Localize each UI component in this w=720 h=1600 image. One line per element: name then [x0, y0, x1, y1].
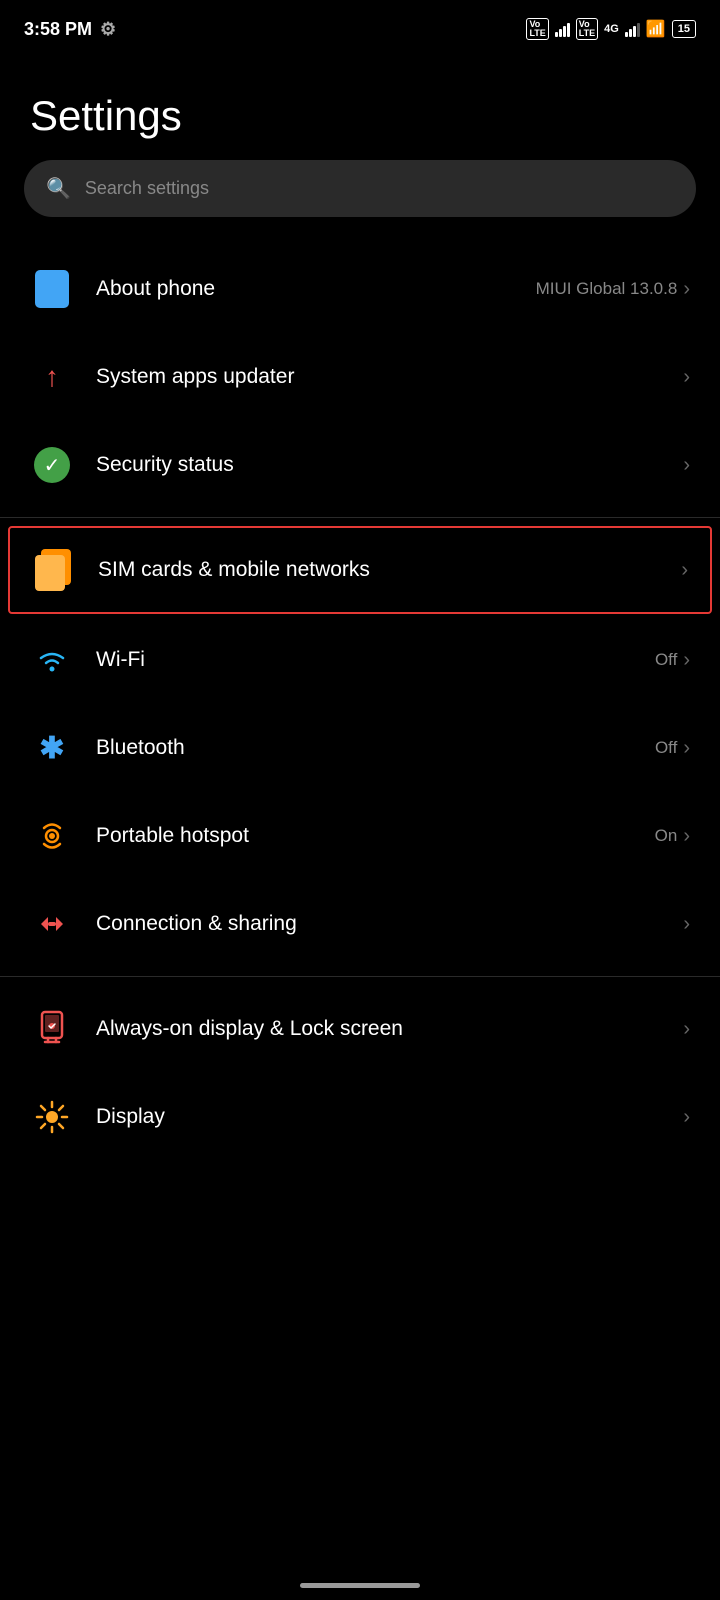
hotspot-chevron: ›: [683, 825, 690, 848]
search-placeholder: Search settings: [85, 178, 209, 199]
wifi-icon: [30, 638, 74, 682]
sim-cards-chevron: ›: [681, 559, 688, 582]
wifi-chevron: ›: [683, 649, 690, 672]
search-bar[interactable]: 🔍 Search settings: [24, 160, 696, 217]
bluetooth-label: Bluetooth: [96, 736, 633, 760]
system-apps-updater-icon: ↑: [30, 355, 74, 399]
settings-item-system-apps-updater[interactable]: ↑ System apps updater ›: [0, 333, 720, 421]
wifi-label: Wi-Fi: [96, 648, 633, 672]
about-phone-icon: [30, 267, 74, 311]
sim-cards-label: SIM cards & mobile networks: [98, 558, 659, 582]
network-4g-icon: 4G: [604, 23, 619, 35]
bluetooth-chevron: ›: [683, 737, 690, 760]
wifi-status: Off: [655, 650, 677, 670]
about-phone-subtitle: MIUI Global 13.0.8: [536, 279, 678, 299]
security-status-label: Security status: [96, 453, 661, 477]
status-time: 3:58 PM ⚙: [24, 19, 116, 40]
connection-sharing-chevron: ›: [683, 913, 690, 936]
always-on-display-icon: [30, 1007, 74, 1051]
bluetooth-status: Off: [655, 738, 677, 758]
settings-item-security-status[interactable]: ✓ Security status ›: [0, 421, 720, 509]
connection-sharing-icon: [30, 902, 74, 946]
settings-item-sim-cards[interactable]: SIM cards & mobile networks ›: [8, 526, 712, 614]
bluetooth-icon: ✱: [30, 726, 74, 770]
volte-badge-2: VoLTE: [576, 18, 598, 40]
connection-sharing-label: Connection & sharing: [96, 912, 661, 936]
settings-item-about-phone[interactable]: About phone MIUI Global 13.0.8 ›: [0, 245, 720, 333]
display-chevron: ›: [683, 1106, 690, 1129]
hotspot-status: On: [655, 826, 678, 846]
settings-item-always-on-display[interactable]: Always-on display & Lock screen ›: [0, 985, 720, 1073]
hotspot-icon: [30, 814, 74, 858]
display-icon: [30, 1095, 74, 1139]
search-icon: 🔍: [46, 176, 71, 201]
time-display: 3:58 PM: [24, 19, 92, 40]
about-phone-chevron: ›: [683, 278, 690, 301]
system-apps-updater-chevron: ›: [683, 366, 690, 389]
always-on-display-chevron: ›: [683, 1018, 690, 1041]
always-on-display-label: Always-on display & Lock screen: [96, 1017, 661, 1041]
page-title: Settings: [0, 52, 720, 160]
system-apps-updater-label: System apps updater: [96, 365, 661, 389]
display-label: Display: [96, 1105, 661, 1129]
settings-item-wifi[interactable]: Wi-Fi Off ›: [0, 616, 720, 704]
status-icons: VoLTE VoLTE 4G 📶 15: [526, 18, 696, 40]
gear-icon: ⚙: [100, 19, 116, 40]
security-status-chevron: ›: [683, 454, 690, 477]
settings-item-connection-sharing[interactable]: Connection & sharing ›: [0, 880, 720, 968]
settings-item-display[interactable]: Display ›: [0, 1073, 720, 1161]
settings-item-hotspot[interactable]: Portable hotspot On ›: [0, 792, 720, 880]
divider-2: [0, 976, 720, 977]
battery-icon: 15: [672, 20, 696, 38]
divider-1: [0, 517, 720, 518]
security-status-icon: ✓: [30, 443, 74, 487]
settings-item-bluetooth[interactable]: ✱ Bluetooth Off ›: [0, 704, 720, 792]
sim-cards-icon: [32, 548, 76, 592]
about-phone-label: About phone: [96, 277, 514, 301]
settings-list: About phone MIUI Global 13.0.8 › ↑ Syste…: [0, 245, 720, 1161]
hotspot-label: Portable hotspot: [96, 824, 633, 848]
signal-icon-1: [555, 21, 570, 37]
bottom-indicator: [300, 1583, 420, 1588]
status-bar: 3:58 PM ⚙ VoLTE VoLTE 4G 📶 15: [0, 0, 720, 52]
wifi-status-icon: 📶: [646, 19, 666, 39]
signal-icon-2: [625, 21, 640, 37]
volte-badge-1: VoLTE: [526, 18, 548, 40]
